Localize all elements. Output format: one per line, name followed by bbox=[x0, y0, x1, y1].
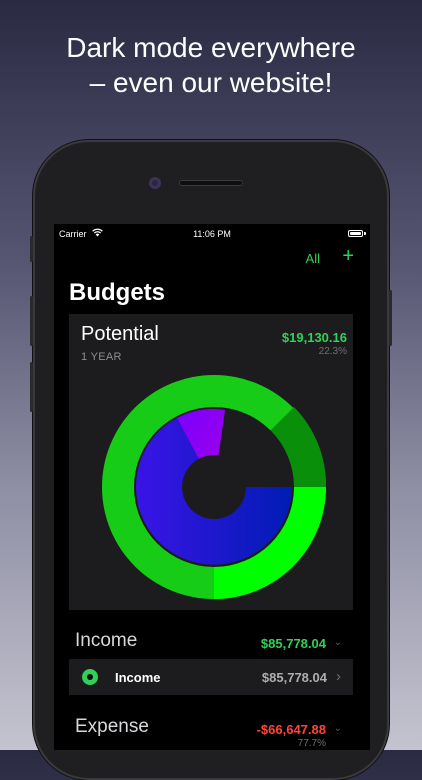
page-title: Budgets bbox=[69, 279, 165, 306]
income-row-label: Income bbox=[115, 670, 161, 685]
budget-amount: $19,130.16 bbox=[281, 330, 347, 345]
expense-section-label[interactable]: Expense bbox=[75, 716, 149, 738]
budget-period: 1 YEAR bbox=[81, 351, 122, 363]
budget-donut-chart bbox=[102, 375, 327, 599]
speaker-grille bbox=[179, 180, 243, 186]
promo-headline: Dark mode everywhere – even our website! bbox=[0, 30, 422, 100]
battery-tip bbox=[364, 232, 366, 235]
income-row-amount: $85,778.04 bbox=[261, 670, 327, 685]
expense-percent: 77.7% bbox=[297, 738, 326, 749]
income-section-label[interactable]: Income bbox=[75, 630, 137, 652]
expense-section-amount: -$66,647.88 bbox=[256, 722, 326, 737]
promo-line-1: Dark mode everywhere bbox=[66, 32, 356, 63]
camera-icon bbox=[149, 177, 161, 189]
income-section-amount: $85,778.04 bbox=[260, 636, 326, 651]
income-row[interactable]: Income $85,778.04 › bbox=[69, 659, 353, 695]
chevron-down-icon[interactable]: ⌄ bbox=[334, 723, 342, 734]
add-budget-button[interactable]: + bbox=[342, 246, 354, 266]
battery-icon bbox=[348, 230, 363, 237]
promo-line-2: – even our website! bbox=[89, 67, 333, 98]
budget-name: Potential bbox=[81, 323, 159, 345]
chevron-right-icon: › bbox=[336, 668, 341, 685]
green-dot-icon bbox=[82, 669, 98, 685]
power-button bbox=[389, 290, 392, 346]
budget-card-potential[interactable]: Potential 1 YEAR $19,130.16 22.3% bbox=[69, 314, 353, 610]
clock: 11:06 PM bbox=[193, 229, 231, 239]
volume-down-button bbox=[30, 362, 33, 412]
app-screen: Carrier 11:06 PM All + Budgets Potential… bbox=[54, 224, 370, 750]
mute-switch bbox=[30, 236, 33, 262]
filter-all-button[interactable]: All bbox=[306, 251, 320, 266]
volume-up-button bbox=[30, 296, 33, 346]
budget-percent: 22.3% bbox=[318, 346, 347, 357]
chevron-down-icon[interactable]: ⌄ bbox=[334, 637, 342, 648]
donut-hole bbox=[182, 455, 246, 519]
status-bar: Carrier 11:06 PM bbox=[54, 224, 370, 244]
